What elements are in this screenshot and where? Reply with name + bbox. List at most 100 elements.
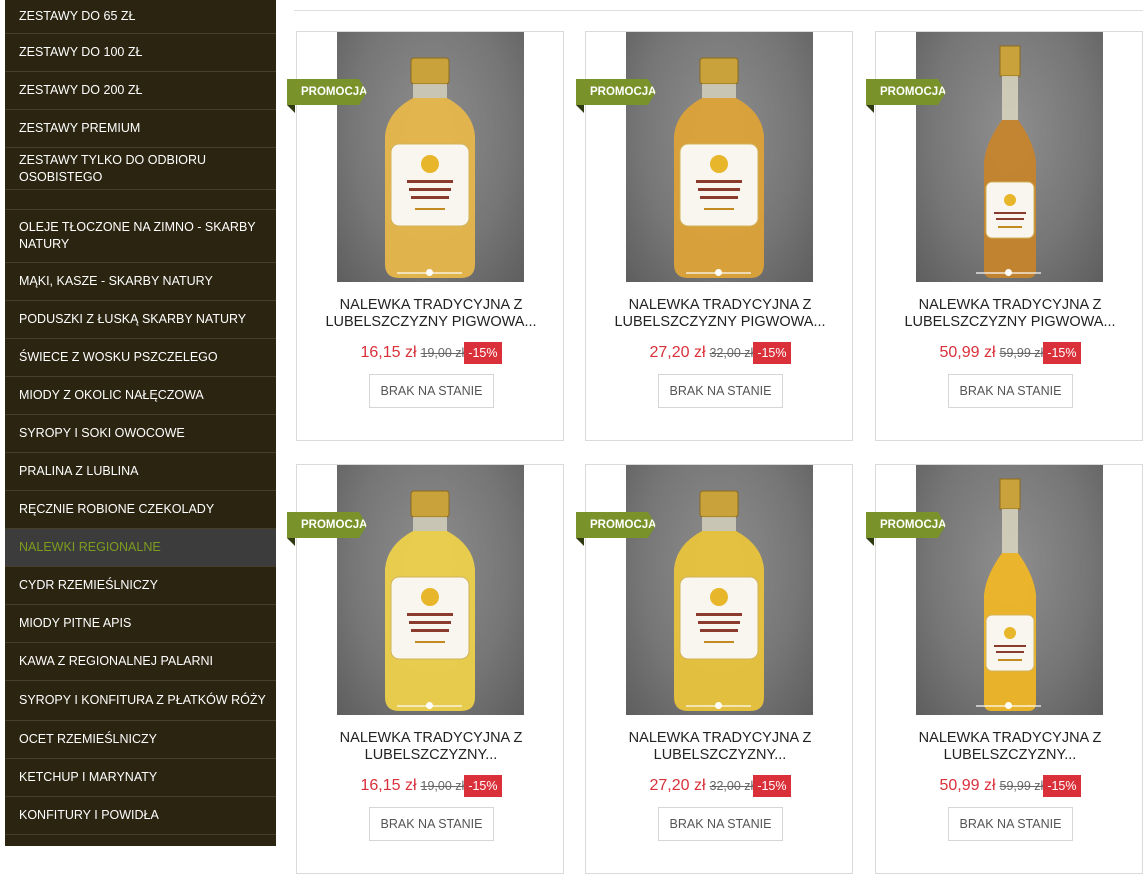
sidebar-item[interactable]: KONFITURY I POWIDŁA (5, 797, 276, 835)
sidebar-item-label: CYDR RZEMIEŚLNICZY (19, 578, 158, 592)
image-carousel-indicator[interactable] (686, 702, 751, 709)
sidebar-item[interactable]: MĄKI, KASZE - SKARBY NATURY (5, 263, 276, 301)
product-card[interactable]: PROMOCJA NALEWKA TRADYCYJNA Z LUBELSZCZYZN… (576, 31, 854, 441)
sidebar-item[interactable]: ZESTAWY DO 200 ZŁ (5, 72, 276, 110)
sidebar-item-label: SYROPY I KONFITURA Z PŁATKÓW RÓŻY (19, 693, 266, 707)
sidebar-item[interactable]: ZESTAWY TYLKO DO ODBIORU OSOBISTEGO (5, 148, 276, 190)
sidebar-item[interactable]: CYDR RZEMIEŚLNICZY (5, 567, 276, 605)
product-title-line: NALEWKA TRADYCYJNA Z (339, 730, 523, 746)
product-title[interactable]: NALEWKA TRADYCYJNA Z LUBELSZCZYZNY... (876, 730, 1144, 764)
out-of-stock-button[interactable]: BRAK NA STANIE (948, 374, 1073, 408)
product-title-line: NALEWKA TRADYCYJNA Z (628, 730, 812, 746)
sidebar-item[interactable]: PODUSZKI Z ŁUSKĄ SKARBY NATURY (5, 301, 276, 339)
sidebar-item-label: ZESTAWY DO 200 ZŁ (19, 83, 143, 97)
carousel-dot (1005, 702, 1012, 709)
sidebar-item[interactable]: OLEJE TŁOCZONE NA ZIMNO - SKARBY NATURY (5, 209, 276, 263)
carousel-dot (426, 702, 433, 709)
promo-badge-fold (866, 538, 874, 546)
carousel-dot (715, 702, 722, 709)
promo-badge: PROMOCJA (866, 512, 946, 538)
discount-badge: -15% (753, 342, 791, 364)
sidebar-item-label: OLEJE TŁOCZONE NA ZIMNO - SKARBY NATURY (19, 219, 256, 251)
sidebar-item[interactable]: RĘCZNIE ROBIONE CZEKOLADY (5, 491, 276, 529)
product-title-line: NALEWKA TRADYCYJNA Z (918, 297, 1102, 313)
promo-badge: PROMOCJA (576, 512, 656, 538)
sidebar-item[interactable]: MIODY Z OKOLIC NAŁĘCZOWA (5, 377, 276, 415)
product-title-line: NALEWKA TRADYCYJNA Z (918, 730, 1102, 746)
old-price: 32,00 zł (709, 779, 754, 793)
sidebar-item-label: MĄKI, KASZE - SKARBY NATURY (19, 274, 213, 288)
price-row: 16,15 zł 19,00 zł -15% (297, 775, 565, 797)
product-title-line: LUBELSZCZYZNY PIGWOWA... (904, 314, 1116, 330)
sidebar-item[interactable]: MIODY PITNE APIS (5, 605, 276, 643)
sidebar-item[interactable]: SYROPY I SOKI OWOCOWE (5, 415, 276, 453)
image-carousel-indicator[interactable] (397, 269, 462, 276)
image-carousel-indicator[interactable] (686, 269, 751, 276)
category-sidebar: ZESTAWY DO 65 ZŁ ZESTAWY DO 100 ZŁ ZESTAWY… (5, 0, 276, 846)
sidebar-item[interactable]: OCET RZEMIEŚLNICZY (5, 721, 276, 759)
price-row: 16,15 zł 19,00 zł -15% (297, 342, 565, 364)
sidebar-item-label: ŚWIECE Z WOSKU PSZCZELEGO (19, 350, 218, 364)
out-of-stock-button[interactable]: BRAK NA STANIE (369, 374, 494, 408)
product-title[interactable]: NALEWKA TRADYCYJNA Z LUBELSZCZYZNY PIGWOW… (297, 297, 565, 331)
sidebar-item-label: ZESTAWY DO 100 ZŁ (19, 45, 143, 59)
image-carousel-indicator[interactable] (397, 702, 462, 709)
carousel-dot (715, 269, 722, 276)
product-image[interactable] (626, 32, 813, 282)
promo-badge-fold (576, 538, 584, 546)
product-image[interactable] (337, 32, 524, 282)
promo-badge: PROMOCJA (866, 79, 946, 105)
current-price: 16,15 zł (360, 344, 417, 361)
product-title-line: NALEWKA TRADYCYJNA Z (628, 297, 812, 313)
out-of-stock-button[interactable]: BRAK NA STANIE (658, 807, 783, 841)
product-image[interactable] (626, 465, 813, 715)
sidebar-item[interactable]: ZESTAWY DO 65 ZŁ (5, 0, 276, 34)
product-card[interactable]: PROMOCJA NALEWKA TRADYCYJNA Z LUBELSZCZYZN… (866, 464, 1144, 874)
current-price: 50,99 zł (939, 344, 996, 361)
discount-badge: -15% (464, 342, 502, 364)
product-image[interactable] (337, 465, 524, 715)
sidebar-item-label: PRALINA Z LUBLINA (19, 464, 139, 478)
discount-badge: -15% (1043, 342, 1081, 364)
product-card[interactable]: PROMOCJA NALEWKA TRADYCYJNA Z LUBELSZCZYZN… (287, 464, 565, 874)
sidebar-item[interactable]: KETCHUP I MARYNATY (5, 759, 276, 797)
product-image[interactable] (916, 32, 1103, 282)
product-title[interactable]: NALEWKA TRADYCYJNA Z LUBELSZCZYZNY... (586, 730, 854, 764)
promo-badge-fold (576, 105, 584, 113)
out-of-stock-button[interactable]: BRAK NA STANIE (658, 374, 783, 408)
sidebar-item-label: SYROPY I SOKI OWOCOWE (19, 426, 185, 440)
out-of-stock-button[interactable]: BRAK NA STANIE (369, 807, 494, 841)
old-price: 59,99 zł (999, 346, 1044, 360)
sidebar-item-label: KONFITURY I POWIDŁA (19, 808, 159, 822)
sidebar-item-label: ZESTAWY PREMIUM (19, 121, 141, 135)
product-image[interactable] (916, 465, 1103, 715)
product-title[interactable]: NALEWKA TRADYCYJNA Z LUBELSZCZYZNY... (297, 730, 565, 764)
product-title-line: LUBELSZCZYZNY PIGWOWA... (325, 314, 537, 330)
product-title[interactable]: NALEWKA TRADYCYJNA Z LUBELSZCZYZNY PIGWOW… (586, 297, 854, 331)
price-row: 27,20 zł 32,00 zł -15% (586, 342, 854, 364)
product-card[interactable]: PROMOCJA NALEWKA TRADYCYJNA Z LUBELSZCZYZN… (287, 31, 565, 441)
sidebar-item[interactable]: KAWA Z REGIONALNEJ PALARNI (5, 643, 276, 681)
out-of-stock-button[interactable]: BRAK NA STANIE (948, 807, 1073, 841)
discount-badge: -15% (753, 775, 791, 797)
product-card[interactable]: PROMOCJA NALEWKA TRADYCYJNA Z LUBELSZCZYZN… (576, 464, 854, 874)
product-title-line: LUBELSZCZYZNY... (943, 747, 1077, 763)
image-carousel-indicator[interactable] (976, 269, 1041, 276)
product-card[interactable]: PROMOCJA NALEWKA TRADYCYJNA Z LUBELSZCZYZN… (866, 31, 1144, 441)
sidebar-item[interactable]: ŚWIECE Z WOSKU PSZCZELEGO (5, 339, 276, 377)
current-price: 50,99 zł (939, 777, 996, 794)
product-title-line: LUBELSZCZYZNY PIGWOWA... (614, 314, 826, 330)
top-divider (294, 10, 1143, 11)
image-carousel-indicator[interactable] (976, 702, 1041, 709)
product-title[interactable]: NALEWKA TRADYCYJNA Z LUBELSZCZYZNY PIGWOW… (876, 297, 1144, 331)
sidebar-item[interactable]: NALEWKI REGIONALNE (5, 529, 276, 567)
sidebar-item[interactable]: ZESTAWY DO 100 ZŁ (5, 34, 276, 72)
sidebar-item[interactable]: SYROPY I KONFITURA Z PŁATKÓW RÓŻY (5, 681, 276, 721)
product-title-line: LUBELSZCZYZNY... (364, 747, 498, 763)
carousel-dot (426, 269, 433, 276)
sidebar-item[interactable]: PRALINA Z LUBLINA (5, 453, 276, 491)
sidebar-item-label: PODUSZKI Z ŁUSKĄ SKARBY NATURY (19, 312, 247, 326)
sidebar-item[interactable]: ZESTAWY PREMIUM (5, 110, 276, 148)
sidebar-item-label: OCET RZEMIEŚLNICZY (19, 732, 157, 746)
old-price: 19,00 zł (420, 779, 465, 793)
